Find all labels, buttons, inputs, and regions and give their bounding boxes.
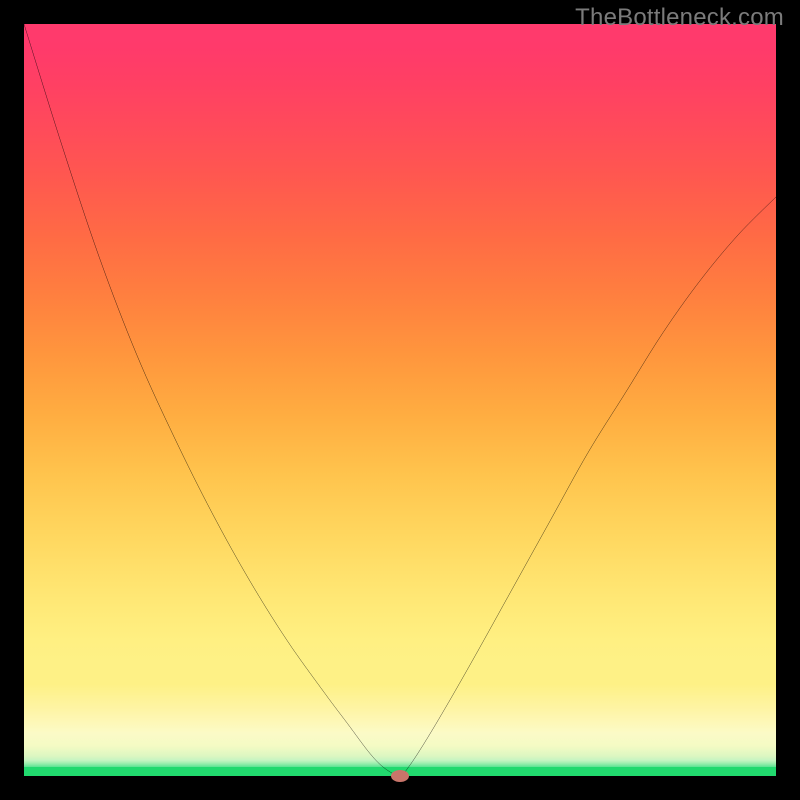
plot-area [24, 24, 776, 776]
watermark-text: TheBottleneck.com [575, 4, 784, 32]
bottleneck-curve [24, 24, 776, 776]
curve-path [24, 24, 776, 776]
chart-container: TheBottleneck.com [0, 0, 800, 800]
optimal-point-marker [391, 770, 409, 782]
